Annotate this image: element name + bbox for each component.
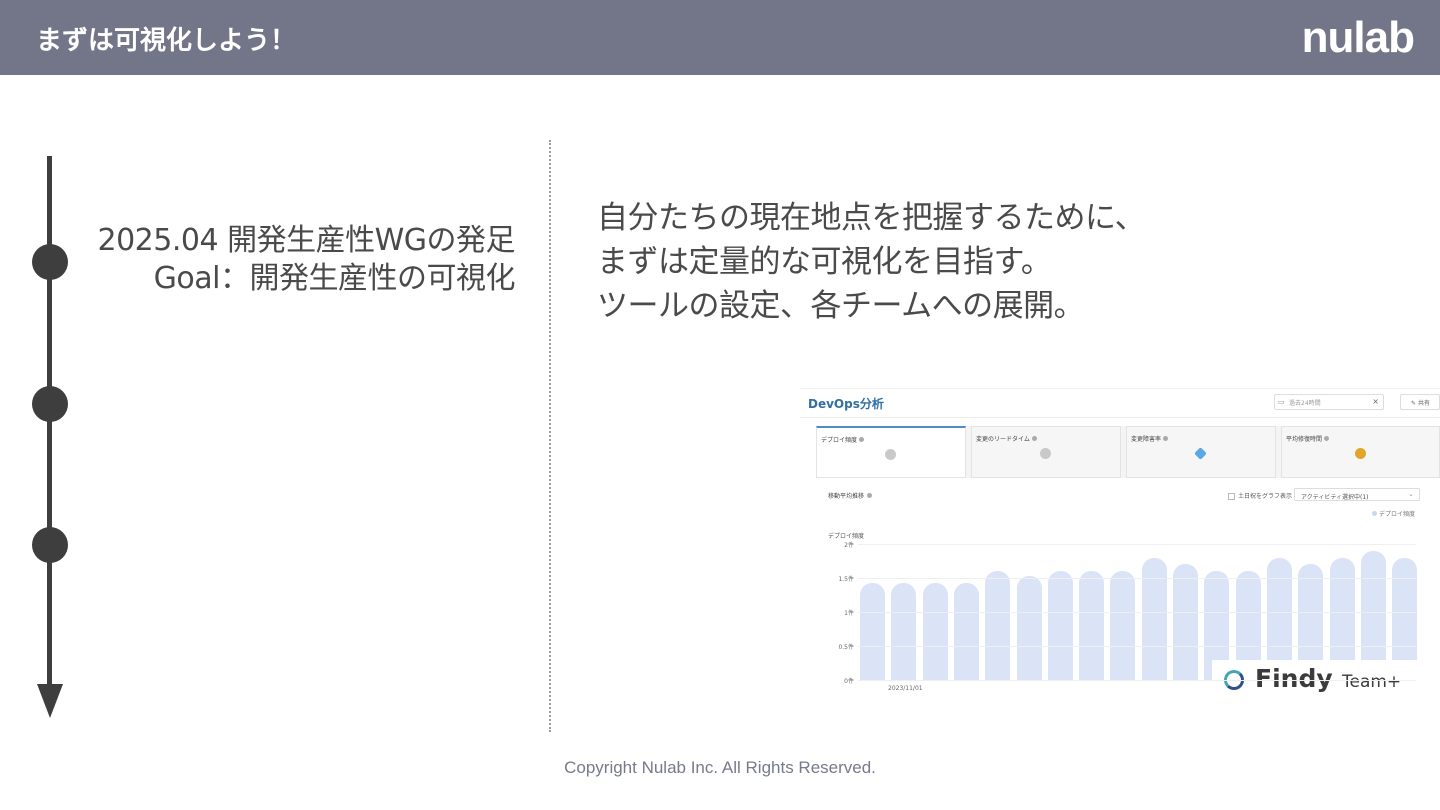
description-line: ツールの設定、各チームへの展開。: [597, 288, 1085, 324]
kpi-label: デプロイ頻度: [821, 435, 865, 444]
chart-header: 移動平均推移: [828, 491, 873, 500]
chart-legend: デプロイ頻度: [1372, 509, 1415, 518]
tab-mean-time-to-restore[interactable]: 平均修復時間: [1281, 426, 1440, 478]
description-line: 自分たちの現在地点を把握するために、: [597, 200, 1146, 236]
tab-change-failure-rate[interactable]: 変更障害率: [1126, 426, 1276, 478]
info-icon: [867, 493, 873, 498]
description: 自分たちの現在地点を把握するために、 まずは定量的な可視化を目指す。 ツールの設…: [597, 196, 1146, 328]
chart-bar: [1047, 571, 1073, 680]
chart-bar: [1079, 571, 1105, 680]
nulab-logo: nulab: [1301, 13, 1415, 62]
chart-bar: [1016, 575, 1042, 680]
devops-screenshot: DevOps分析 ▭ 過去24時間 × ✎ 共有 デプロイ頻度 変更のリードタイ…: [800, 388, 1440, 700]
share-button[interactable]: ✎ 共有: [1400, 394, 1440, 410]
close-icon[interactable]: ×: [1372, 397, 1379, 406]
smile-icon: [885, 449, 896, 460]
kpi-label: 平均修復時間: [1286, 434, 1330, 443]
devops-title: DevOps分析: [808, 397, 884, 411]
timeline-dot: [32, 244, 68, 280]
timeline-dot: [32, 527, 68, 563]
findy-sub: Team+: [1342, 672, 1402, 692]
info-icon: [1324, 436, 1330, 441]
chart-bar: [891, 583, 917, 680]
gridline: [858, 680, 1416, 681]
chart-bar: [1141, 557, 1167, 680]
kpi-label: 変更のリードタイム: [976, 434, 1037, 443]
arrow-icon: [1354, 448, 1366, 459]
tab-deploy-frequency[interactable]: デプロイ頻度: [816, 426, 966, 478]
y-tick-label: 0.5件: [838, 644, 854, 651]
milestone-date: 2025.04 開発生産性WGの発足: [97, 223, 515, 258]
gridline: [858, 544, 1416, 545]
share-label: 共有: [1417, 400, 1430, 407]
x-tick-label: 2023/11/01: [888, 685, 923, 692]
chart-bar: [922, 583, 948, 680]
pencil-icon: ✎: [1411, 400, 1417, 407]
dotted-divider: [549, 140, 551, 732]
milestone-text: 2025.04 開発生産性WGの発足 Goal：開発生産性の可視化: [90, 222, 515, 298]
slide-header: まずは可視化しよう！ nulab: [0, 0, 1440, 75]
y-axis-label: デプロイ頻度: [828, 533, 865, 540]
separator: [800, 417, 1440, 418]
description-line: まずは定量的な可視化を目指す。: [597, 244, 1052, 280]
kpi-label: 変更障害率: [1131, 434, 1169, 443]
weekend-toggle[interactable]: 土日祝をグラフ表示: [1228, 491, 1292, 500]
info-icon: [859, 437, 865, 442]
info-icon: [1163, 436, 1169, 441]
chart-bar: [1173, 564, 1198, 680]
chart-bar: [953, 583, 979, 680]
info-icon: [1031, 436, 1037, 441]
gridline: [858, 612, 1416, 613]
timeline-line: [47, 156, 52, 692]
y-tick-label: 0件: [844, 678, 854, 685]
calendar-icon: ▭: [1278, 398, 1285, 406]
legend-dot: [1372, 511, 1377, 516]
slide-title: まずは可視化しよう！: [36, 26, 297, 56]
chart-bar: [985, 571, 1011, 680]
y-tick-label: 1.5件: [838, 576, 854, 583]
tab-lead-time[interactable]: 変更のリードタイム: [971, 426, 1121, 478]
chevron-down-icon: ⌄: [1408, 490, 1414, 498]
y-tick-label: 2件: [844, 542, 854, 549]
y-tick-label: 1件: [844, 610, 854, 617]
chart-bar: [860, 583, 885, 680]
gridline: [858, 646, 1416, 647]
date-range-value: 過去24時間: [1289, 400, 1321, 407]
timeline-dot: [32, 386, 68, 422]
gridline: [858, 578, 1416, 579]
diamond-icon: [1194, 447, 1207, 460]
activity-select[interactable]: アクティビティ選択中(1) ⌄: [1294, 488, 1420, 501]
smile-icon: [1040, 448, 1051, 459]
date-range-input[interactable]: ▭ 過去24時間 ×: [1274, 394, 1384, 410]
milestone-goal: Goal：開発生産性の可視化: [153, 261, 516, 296]
chart-bar: [1110, 571, 1136, 680]
kpi-tabs: デプロイ頻度 変更のリードタイム 変更障害率 平均修復時間: [816, 426, 1440, 478]
footer-copyright: Copyright Nulab Inc. All Rights Reserved…: [564, 758, 876, 777]
timeline-arrow-icon: [37, 684, 63, 718]
findy-name: Findy: [1255, 664, 1333, 693]
checkbox: [1228, 493, 1235, 500]
